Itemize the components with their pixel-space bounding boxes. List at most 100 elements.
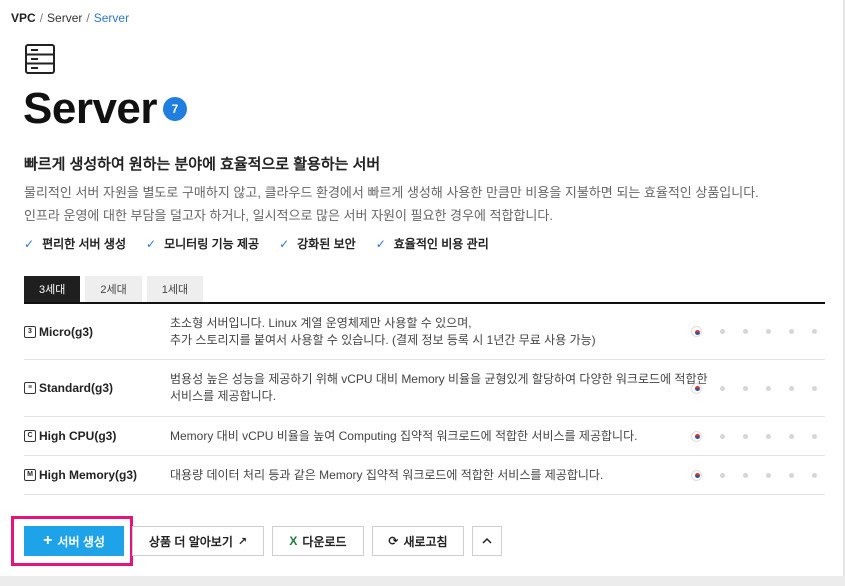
server-type-table: 3 Micro(g3) 초소형 서버입니다. Linux 계열 운영체제만 사용… (24, 304, 825, 495)
region-dot (743, 329, 748, 334)
description-line: 대용량 데이터 처리 등과 같은 Memory 집약적 워크로드에 적합한 서비… (170, 467, 604, 482)
server-type-name: C High CPU(g3) (24, 429, 116, 443)
server-type-name: 3 Micro(g3) (24, 325, 93, 339)
region-dot (789, 472, 794, 478)
region-dot (812, 329, 817, 334)
region-dot (812, 433, 817, 439)
region-dot (812, 385, 817, 391)
region-dot (743, 433, 748, 439)
table-row: C High CPU(g3) Memory 대비 vCPU 비율을 높여 Com… (24, 417, 825, 456)
server-icon (25, 44, 55, 74)
server-type-description: Memory 대비 vCPU 비율을 높여 Computing 집약적 워크로드… (170, 428, 637, 445)
feature-item: ✓ 모니터링 기능 제공 (146, 235, 259, 252)
region-indicators (691, 430, 817, 442)
region-dot (766, 329, 771, 334)
check-icon: ✓ (24, 236, 35, 251)
server-type-description: 대용량 데이터 처리 등과 같은 Memory 집약적 워크로드에 적합한 서비… (170, 467, 603, 484)
learn-more-label: 상품 더 알아보기 (148, 534, 233, 549)
plus-icon: + (43, 532, 53, 549)
region-dot (743, 472, 748, 478)
count-badge: 7 (163, 97, 188, 121)
region-dot (766, 472, 771, 478)
region-dot (720, 433, 725, 439)
check-icon: ✓ (279, 236, 290, 251)
breadcrumb-separator: / (39, 11, 44, 25)
server-type-description: 초소형 서버입니다. Linux 계열 운영체제만 사용할 수 있으며, 추가 … (170, 315, 596, 349)
feature-label: 편리한 서버 생성 (42, 237, 127, 251)
feature-label: 모니터링 기능 제공 (164, 237, 260, 251)
page-subtitle: 빠르게 생성하여 원하는 분야에 효율적으로 활용하는 서버 (24, 156, 381, 173)
region-dot (789, 433, 794, 439)
micro-server-icon: 3 (24, 325, 36, 338)
korea-flag-icon (691, 382, 702, 394)
description-line: 초소형 서버입니다. Linux 계열 운영체제만 사용할 수 있으며, (170, 315, 472, 330)
server-type-name: M High Memory(g3) (24, 468, 137, 482)
description-line: 서비스를 제공합니다. (170, 389, 277, 403)
region-dot (766, 433, 771, 439)
check-icon: ✓ (146, 236, 157, 251)
generation-tabs: 3세대 2세대 1세대 (24, 276, 204, 302)
tab-gen3[interactable]: 3세대 (24, 276, 81, 302)
refresh-icon: ⟳ (388, 534, 399, 548)
server-type-name: ≡ Standard(g3) (24, 381, 113, 395)
table-row: M High Memory(g3) 대용량 데이터 처리 등과 같은 Memor… (24, 456, 825, 495)
description-line: 추가 스토리지를 붙여서 사용할 수 있습니다. (결제 정보 등록 시 1년간… (170, 332, 596, 347)
description-line: 범용성 높은 성능을 제공하기 위해 vCPU 대비 Memory 비율을 균형… (170, 372, 708, 386)
feature-item: ✓ 효율적인 비용 관리 (376, 235, 489, 252)
tab-gen2[interactable]: 2세대 (85, 276, 142, 302)
description-line-2: 인프라 운영에 대한 부담을 덜고자 하거나, 일시적으로 많은 서버 자원이 … (24, 208, 553, 223)
region-dot (812, 472, 817, 478)
description-line-1: 물리적인 서버 자원을 별도로 구매하지 않고, 클라우드 환경에서 빠르게 생… (24, 185, 759, 200)
server-type-description: 범용성 높은 성능을 제공하기 위해 vCPU 대비 Memory 비율을 균형… (170, 371, 708, 405)
breadcrumb-separator: / (86, 11, 90, 25)
action-bar: + 서버 생성 상품 더 알아보기 ↗ X 다운로드 ⟳ 새로고침 (24, 526, 502, 556)
feature-label: 강화된 보안 (297, 237, 356, 251)
feature-label: 효율적인 비용 관리 (393, 237, 489, 251)
region-dot (743, 385, 748, 391)
region-dot (789, 385, 794, 391)
region-dot (720, 472, 725, 478)
page-title: Server (23, 84, 158, 133)
table-row: 3 Micro(g3) 초소형 서버입니다. Linux 계열 운영체제만 사용… (24, 304, 825, 360)
bottom-strip (0, 576, 845, 586)
excel-icon: X (289, 534, 298, 548)
download-label: 다운로드 (302, 534, 347, 549)
korea-flag-icon (691, 326, 702, 337)
region-dot (766, 385, 771, 391)
server-type-label: High Memory(g3) (39, 468, 138, 482)
refresh-label: 새로고침 (403, 534, 448, 549)
korea-flag-icon (691, 469, 702, 481)
create-server-label: 서버 생성 (57, 534, 105, 549)
breadcrumb-parent[interactable]: Server (47, 11, 82, 25)
region-indicators (691, 469, 817, 481)
external-link-icon: ↗ (237, 535, 248, 548)
create-server-button[interactable]: + 서버 생성 (24, 526, 124, 556)
breadcrumb: VPC / Server / Server (11, 11, 129, 25)
server-type-label: High CPU(g3) (39, 429, 117, 443)
feature-item: ✓ 편리한 서버 생성 (24, 235, 126, 252)
title-row: Server 7 (23, 84, 188, 134)
breadcrumb-root[interactable]: VPC (11, 11, 36, 25)
region-indicators (691, 326, 817, 337)
standard-server-icon: ≡ (24, 382, 36, 394)
high-cpu-server-icon: C (24, 430, 36, 442)
high-memory-server-icon: M (24, 469, 36, 481)
collapse-button[interactable] (472, 526, 502, 556)
table-row: ≡ Standard(g3) 범용성 높은 성능을 제공하기 위해 vCPU 대… (24, 360, 825, 417)
region-dot (720, 385, 725, 391)
region-dot (789, 329, 794, 334)
breadcrumb-current: Server (93, 11, 130, 25)
learn-more-button[interactable]: 상품 더 알아보기 ↗ (132, 526, 264, 556)
tab-gen1[interactable]: 1세대 (146, 276, 204, 302)
server-type-label: Standard(g3) (39, 381, 114, 395)
chevron-up-icon (482, 537, 492, 544)
feature-list: ✓ 편리한 서버 생성 ✓ 모니터링 기능 제공 ✓ 강화된 보안 ✓ 효율적인… (24, 235, 489, 252)
refresh-button[interactable]: ⟳ 새로고침 (372, 526, 464, 556)
server-type-label: Micro(g3) (39, 324, 93, 339)
region-indicators (691, 382, 817, 394)
check-icon: ✓ (375, 236, 386, 251)
korea-flag-icon (691, 430, 702, 442)
region-dot (720, 329, 725, 334)
download-button[interactable]: X 다운로드 (272, 526, 364, 556)
feature-item: ✓ 강화된 보안 (279, 235, 356, 252)
